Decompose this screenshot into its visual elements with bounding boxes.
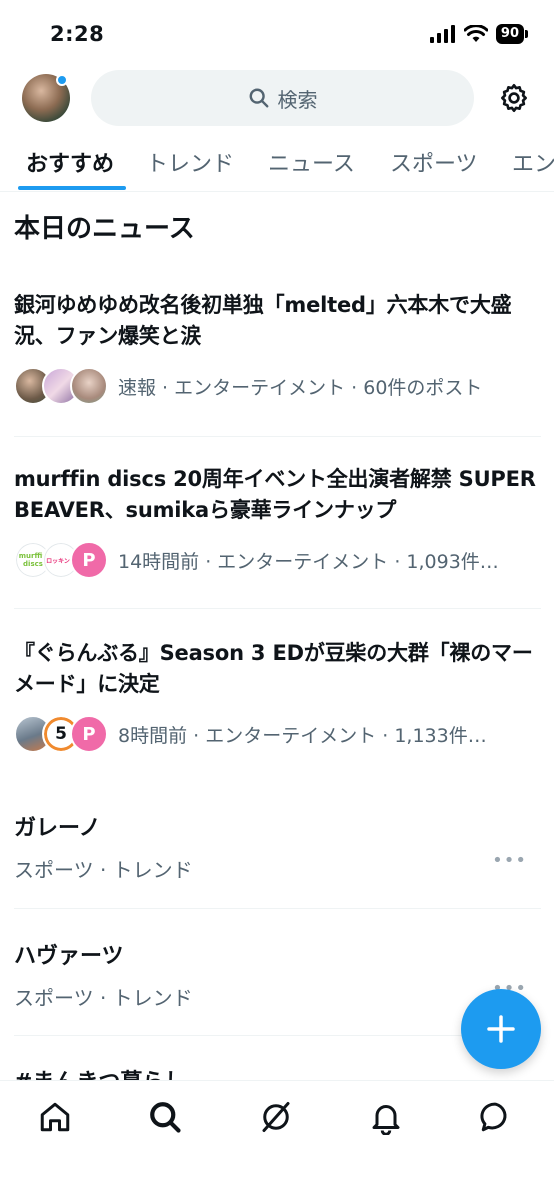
status-time: 2:28 [50,22,105,46]
avatar-stack: 5 P [14,715,118,753]
divider [14,908,541,909]
news-item[interactable]: murffin discs 20周年イベント全出演者解禁 SUPER BEAVE… [14,464,541,580]
home-icon[interactable] [37,1099,73,1135]
avatar: P [70,715,108,753]
status-bar: 2:28 90 [0,0,554,62]
trend-item[interactable]: ハヴァーツ スポーツ · トレンド ••• [14,938,541,1011]
news-meta: 5 P 8時間前 · エンターテイメント · 1,133件… [14,714,541,754]
bell-icon[interactable] [368,1099,404,1135]
plus-icon [487,1015,515,1043]
news-headline: 銀河ゆめゆめ改名後初単独「melted」六本木で大盛況、ファン爆笑と涙 [14,293,512,348]
more-options-icon[interactable]: ••• [492,850,527,871]
battery-indicator: 90 [495,24,529,44]
gear-icon[interactable] [498,82,530,114]
tab-news[interactable]: ニュース [268,146,355,178]
news-item[interactable]: 『ぐらんぶる』Season 3 EDが豆柴の大群「裸のマーメード」に決定 5 P… [14,638,541,754]
compose-button[interactable] [461,989,541,1069]
news-headline: 『ぐらんぶる』Season 3 EDが豆柴の大群「裸のマーメード」に決定 [14,641,533,696]
notification-dot [56,74,68,86]
trend-name: ハヴァーツ [14,944,124,969]
news-item[interactable]: 銀河ゆめゆめ改名後初単独「melted」六本木で大盛況、ファン爆笑と涙 速報 ·… [14,290,541,406]
search-icon[interactable] [147,1099,183,1135]
news-headline: murffin discs 20周年イベント全出演者解禁 SUPER BEAVE… [14,467,536,522]
tab-entertainment[interactable]: エン [512,146,554,178]
explore-tabs: おすすめ トレンド ニュース スポーツ エン [0,132,554,192]
trend-item[interactable]: ガレーノ スポーツ · トレンド ••• [14,810,541,883]
status-icons: 90 [429,24,529,44]
tab-indicator [18,186,126,190]
message-icon[interactable] [478,1099,514,1135]
section-title: 本日のニュース [14,214,195,244]
grok-icon[interactable] [258,1099,294,1135]
news-meta: 速報 · エンターテイメント · 60件のポスト [14,366,541,406]
bottom-navigation [0,1080,554,1200]
avatar [70,367,108,405]
divider [14,608,541,609]
trend-name: ガレーノ [14,816,101,841]
search-input[interactable]: 検索 [91,70,474,126]
search-icon [249,88,268,108]
search-placeholder: 検索 [277,87,318,112]
trend-meta: スポーツ · トレンド [14,986,193,1010]
tab-trending[interactable]: トレンド [146,146,234,178]
news-meta: murffin discs ロッキング P 14時間前 · エンターテイメント … [14,540,541,580]
news-meta-text: 8時間前 · エンターテイメント · 1,133件… [118,724,487,747]
avatar-stack [14,367,118,405]
avatar: P [70,541,108,579]
explore-screen: 2:28 90 検索 おすすめ トレンド ニュース スポーツ エン 本日のニュー… [0,0,554,1200]
divider [14,436,541,437]
header: 検索 [0,62,554,132]
avatar-stack: murffin discs ロッキング P [14,541,118,579]
news-meta-text: 14時間前 · エンターテイメント · 1,093件… [118,550,499,573]
tab-recommended[interactable]: おすすめ [26,146,114,178]
tab-sports[interactable]: スポーツ [390,146,478,178]
trend-meta: スポーツ · トレンド [14,858,193,882]
news-meta-text: 速報 · エンターテイメント · 60件のポスト [118,376,483,399]
wifi-icon [463,25,488,42]
signal-icon [429,25,455,43]
